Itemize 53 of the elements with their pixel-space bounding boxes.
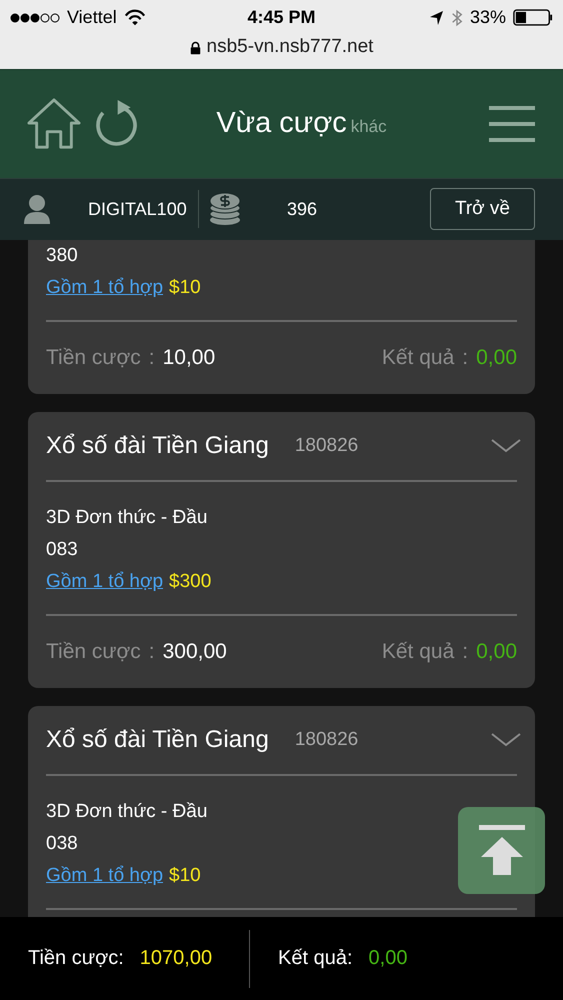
stake-label: Tiền cược (46, 346, 141, 370)
url-text: nsb5-vn.nsb777.net (206, 36, 374, 58)
signal-icon (10, 12, 60, 24)
combo-link[interactable]: Gồm 1 tổ hợp (46, 276, 164, 298)
arrow-up-to-line-icon (478, 825, 524, 876)
result-value: 0,00 (476, 640, 517, 664)
total-stake-value: 1070,00 (140, 947, 212, 970)
draw-number: 180826 (294, 434, 360, 457)
colon-separator: : (148, 346, 155, 370)
colon-separator: : (462, 346, 468, 370)
scroll-to-top-button[interactable] (458, 806, 545, 894)
page-title: Vừa cược (216, 107, 347, 140)
bet-number: 380 (46, 244, 78, 268)
result-label: Kết quả (382, 346, 454, 370)
combo-link[interactable]: Gồm 1 tổ hợp (46, 570, 164, 592)
back-button[interactable]: Trở về (430, 188, 535, 230)
draw-number: 180826 (294, 728, 360, 751)
chevron-down-icon[interactable] (491, 438, 521, 453)
username: DIGITAL100 (88, 198, 188, 220)
colon-separator: : (462, 640, 468, 664)
total-result-value: 0,00 (368, 947, 408, 970)
lottery-name: Xổ số đài Tiền Giang (46, 432, 269, 460)
result-label: Kết quả (382, 640, 454, 664)
balance-value: 396 (287, 198, 318, 220)
combo-amount: $10 (169, 276, 201, 298)
combo-link[interactable]: Gồm 1 tổ hợp (46, 864, 164, 886)
total-stake-label: Tiền cược: (28, 947, 124, 970)
bluetooth-icon (450, 8, 463, 28)
user-icon (24, 194, 50, 224)
location-arrow-icon (428, 10, 444, 26)
page-subtitle: khác (350, 117, 387, 138)
coins-icon (209, 192, 241, 226)
combo-amount: $10 (169, 864, 201, 886)
bet-type: 3D Đơn thức - Đầu (46, 506, 208, 530)
carrier-name: Viettel (67, 7, 117, 28)
bet-number: 038 (46, 832, 78, 856)
bet-type: 3D Đơn thức - Đầu (46, 800, 208, 824)
menu-icon[interactable] (489, 106, 535, 142)
stake-value: 10,00 (162, 346, 216, 370)
lottery-name: Xổ số đài Tiền Giang (46, 726, 269, 754)
wifi-icon (124, 9, 146, 26)
chevron-down-icon[interactable] (491, 732, 521, 747)
stake-value: 300,00 (162, 640, 227, 664)
combo-amount: $300 (169, 570, 212, 592)
battery-icon (513, 9, 553, 26)
colon-separator: : (148, 640, 155, 664)
stake-label: Tiền cược (46, 640, 141, 664)
lock-icon (190, 40, 201, 55)
total-result-label: Kết quả: (278, 947, 353, 970)
clock-time: 4:45 PM (247, 7, 316, 28)
result-value: 0,00 (476, 346, 517, 370)
bet-number: 083 (46, 538, 78, 562)
battery-percent: 33% (470, 7, 506, 28)
